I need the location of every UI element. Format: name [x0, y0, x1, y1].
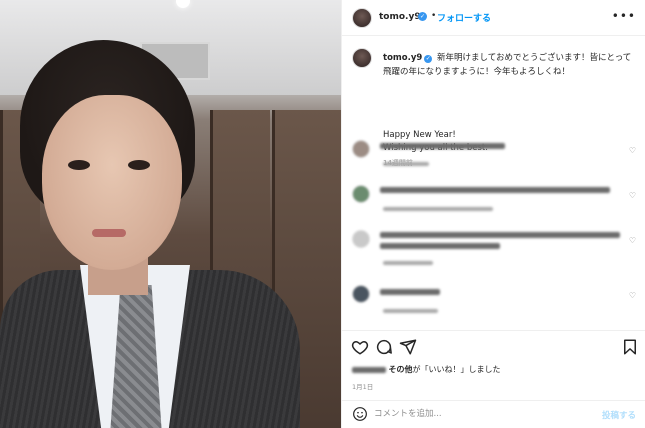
blurred-comment-meta — [383, 261, 433, 265]
action-bar: その他が「いいね！」しました 1月1日 — [342, 330, 645, 400]
caption-text: tomo.y9 ✓ 新年明けましておめでとうございます！皆にとって飛躍の年になりま… — [383, 51, 638, 79]
right-eye — [128, 160, 150, 170]
caption-avatar[interactable] — [352, 48, 372, 68]
comment-item: ♡ — [342, 230, 645, 266]
comment-item: ♡ — [342, 140, 645, 176]
post-photo[interactable] — [0, 0, 341, 428]
post-side-panel: tomo.y9 ✓ • フォローする ••• tomo.y9 ✓ 新年明けましてお… — [341, 0, 645, 428]
verified-badge-icon: ✓ — [424, 55, 433, 63]
post-comment-button[interactable]: 投稿する — [602, 409, 636, 421]
comment-item: ♡ — [342, 185, 645, 221]
comment-like-heart-icon[interactable]: ♡ — [629, 291, 636, 300]
comment-avatar[interactable] — [352, 185, 370, 203]
comment-like-heart-icon[interactable]: ♡ — [629, 236, 636, 245]
likes-others: その他 — [388, 365, 413, 374]
comment-like-heart-icon[interactable]: ♡ — [629, 191, 636, 200]
likes-suffix: が「いいね！」しました — [412, 365, 501, 374]
comment-avatar[interactable] — [352, 230, 370, 248]
blurred-comment-meta — [383, 309, 438, 313]
post-header: tomo.y9 ✓ • フォローする ••• — [342, 0, 645, 36]
caption-username[interactable]: tomo.y9 — [383, 53, 422, 63]
comment-avatar[interactable] — [352, 140, 370, 158]
face — [42, 95, 182, 270]
blurred-comment-text — [380, 143, 505, 149]
blurred-comment-meta — [383, 162, 429, 166]
mouth — [92, 229, 126, 237]
emoji-icon[interactable] — [352, 406, 368, 422]
comment-avatar[interactable] — [352, 285, 370, 303]
comment-input[interactable] — [374, 405, 594, 423]
avatar[interactable] — [352, 8, 372, 28]
comment-item: ♡ — [342, 285, 645, 321]
separator-dot: • — [431, 11, 437, 21]
left-eye — [68, 160, 90, 170]
comment-like-heart-icon[interactable]: ♡ — [629, 146, 636, 155]
likes-summary[interactable]: その他が「いいね！」しました — [352, 364, 501, 375]
save-bookmark-icon[interactable] — [621, 338, 639, 356]
post-date[interactable]: 1月1日 — [352, 381, 373, 391]
comment-bubble-icon[interactable] — [375, 338, 393, 356]
blurred-comment-meta — [383, 207, 493, 211]
blurred-comment-text — [380, 289, 440, 295]
like-heart-icon[interactable] — [351, 338, 369, 356]
header-username[interactable]: tomo.y9 — [379, 12, 421, 22]
comment-composer: 投稿する — [342, 400, 645, 428]
blurred-comment-text — [380, 187, 610, 193]
blurred-comment-text — [380, 232, 620, 238]
blurred-comment-text — [380, 243, 500, 249]
verified-badge-icon: ✓ — [418, 12, 427, 21]
blurred-liker-name — [352, 366, 386, 373]
more-options-icon[interactable]: ••• — [612, 9, 636, 23]
follow-button[interactable]: フォローする — [437, 11, 491, 24]
share-send-icon[interactable] — [399, 338, 417, 356]
